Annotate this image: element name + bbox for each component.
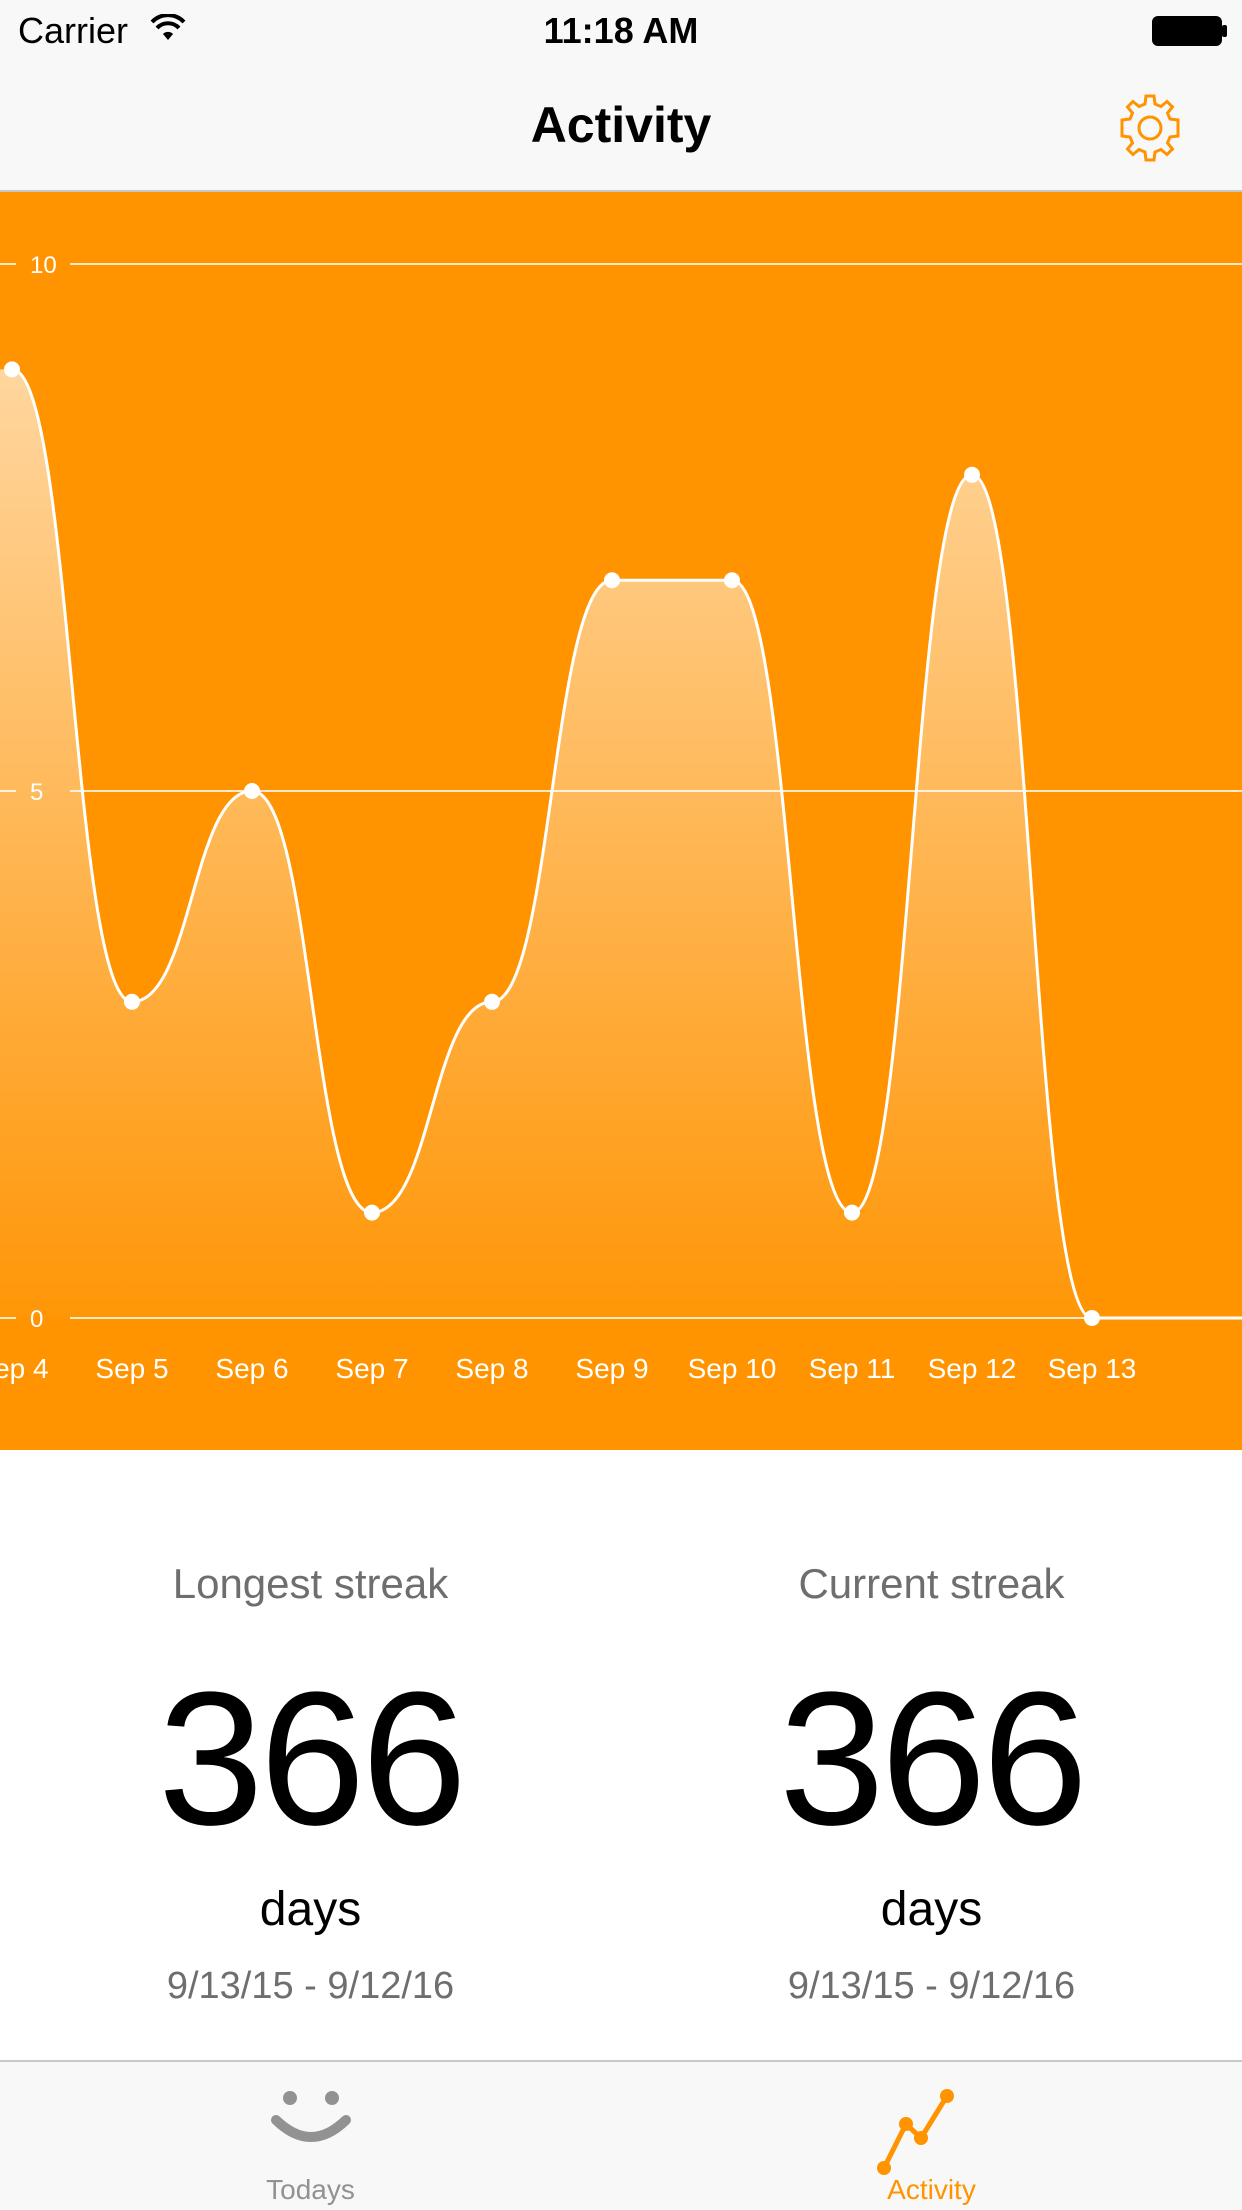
x-tick-label: Sep 11 [809,1353,896,1384]
x-tick-label: Sep 5 [95,1353,168,1384]
x-tick-label: Sep 9 [575,1353,648,1384]
data-point-sep-11 [844,1204,860,1221]
activity-chart-svg: 0510 Sep 4Sep 5Sep 6Sep 7Sep 8Sep 9Sep 1… [0,252,1242,1384]
activity-chart: 0510 Sep 4Sep 5Sep 6Sep 7Sep 8Sep 9Sep 1… [0,192,1242,1450]
status-time: 11:18 AM [543,10,699,51]
tab-todays-label: Todays [266,2174,355,2205]
data-point-sep-7 [364,1204,380,1221]
data-point-sep-8 [484,993,500,1010]
tab-bar: Todays Activity [0,2060,1242,2210]
x-tick-label: Sep 10 [688,1353,777,1384]
x-tick-label: Sep 8 [455,1353,528,1384]
current-streak-range: 9/13/15 - 9/12/16 [787,1965,1076,2007]
data-point-sep-10 [724,572,740,589]
longest-streak-unit: days [259,1883,362,1936]
x-tick-label: Sep 7 [335,1353,408,1384]
longest-streak-value: 366 [157,1653,467,1865]
data-point-sep-9 [604,572,620,589]
tab-todays[interactable]: Todays [0,2062,621,2210]
status-bar: Carrier 11:18 AM [0,0,1242,60]
activity-chart-icon [877,2089,954,2175]
tab-activity-label: Activity [887,2174,976,2205]
page-title: Activity [530,97,712,153]
data-point-sep-5 [124,993,140,1010]
data-point-sep-12 [964,466,980,483]
x-tick-label: Sep 6 [215,1353,288,1384]
y-tick-label: 10 [30,252,57,279]
x-tick-label: Sep 12 [928,1353,1017,1384]
battery-icon [1152,16,1227,46]
longest-streak-range: 9/13/15 - 9/12/16 [166,1965,455,2007]
current-streak-panel: Current streak 366 days 9/13/15 - 9/12/1… [621,1560,1242,2008]
data-point-sep-6 [244,783,260,799]
current-streak-value: 366 [778,1653,1088,1865]
data-point-sep-13 [1084,1310,1100,1326]
nav-bar: Activity [0,60,1242,192]
x-tick-label: Sep 13 [1048,1353,1137,1384]
gear-icon[interactable] [1112,90,1188,166]
longest-streak-label: Longest streak [172,1560,449,1607]
x-tick-label: Sep 4 [0,1353,49,1384]
current-streak-label: Current streak [798,1560,1065,1607]
smiley-icon [271,2091,351,2142]
tab-activity[interactable]: Activity [621,2062,1242,2210]
longest-streak-panel: Longest streak 366 days 9/13/15 - 9/12/1… [0,1560,621,2008]
current-streak-unit: days [880,1883,983,1936]
data-point-sep-4 [4,361,20,378]
